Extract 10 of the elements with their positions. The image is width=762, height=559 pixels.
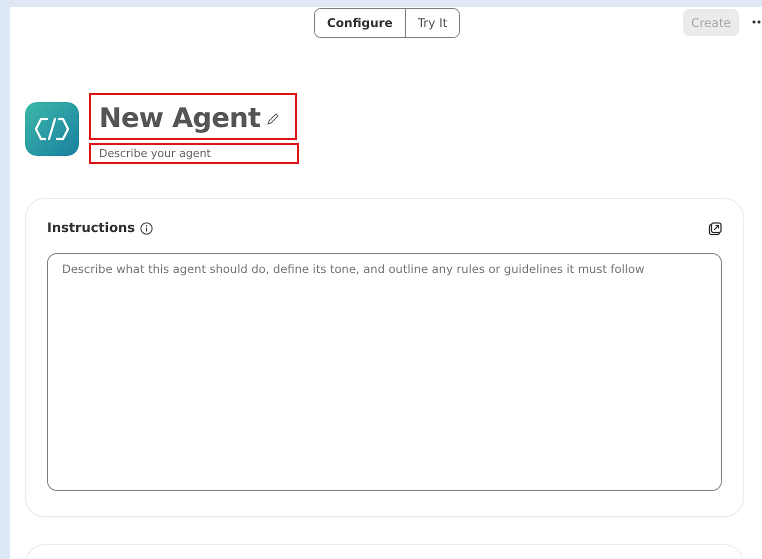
tab[interactable]: Try It	[404, 9, 460, 37]
expand-icon[interactable]	[708, 222, 722, 236]
pencil-icon[interactable]	[266, 112, 280, 126]
agent-logo-icon	[25, 102, 79, 156]
agent-name[interactable]: New Agent	[89, 93, 297, 140]
description-field[interactable]: Describe your agent	[89, 143, 299, 164]
info-icon[interactable]	[140, 222, 154, 235]
instructions-label: Instructions	[47, 221, 136, 236]
instructions-field[interactable]: Describe what this agent should do, define its tone, and outline any rules or guidelines it must follow	[47, 253, 722, 491]
more-icon[interactable]	[752, 20, 762, 24]
